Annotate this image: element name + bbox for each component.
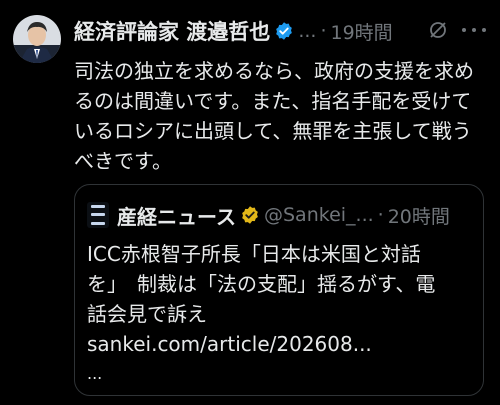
quoted-tweet-header: 産経ニュース @Sankei_... · 20時間 xyxy=(87,197,473,233)
verified-gold-badge-icon xyxy=(240,205,260,225)
author-avatar[interactable] xyxy=(13,15,61,63)
quoted-author-handle[interactable]: @Sankei_... xyxy=(264,204,374,226)
quoted-text-line: 話会見で訴え xyxy=(87,302,207,326)
quoted-author-name[interactable]: 産経ニュース xyxy=(117,201,236,230)
quoted-tweet-time[interactable]: 20時間 xyxy=(388,202,450,229)
tweet-time[interactable]: 19時間 xyxy=(330,18,392,45)
separator-dot: · xyxy=(377,204,384,226)
tweet-header: 経済評論家 渡邉哲也 ... · 19時間 xyxy=(74,14,486,48)
tweet-text: 司法の独立を求めるなら、政府の支援を求めるのは間違いです。また、指名手配を受けて… xyxy=(74,59,474,173)
quoted-text-line: ICC赤根智子所長「日本は米国と対話 xyxy=(87,242,421,266)
more-dots-icon[interactable] xyxy=(462,18,486,42)
quoted-text-ellipsis: ... xyxy=(87,364,103,383)
author-handle[interactable]: ... xyxy=(298,20,316,42)
mute-icon[interactable] xyxy=(426,18,450,42)
quoted-link[interactable]: sankei.com/article/202608... xyxy=(87,329,471,359)
quoted-text-line: を」 制裁は「法の支配」揺るがす、電 xyxy=(87,272,436,296)
verified-badge-icon xyxy=(274,21,294,41)
avatar-image xyxy=(13,15,61,63)
separator-dot: · xyxy=(320,20,327,42)
quoted-tweet-text: ICC赤根智子所長「日本は米国と対話 を」 制裁は「法の支配」揺るがす、電 話会… xyxy=(87,239,471,389)
author-name[interactable]: 経済評論家 渡邉哲也 xyxy=(74,16,270,46)
quoted-tweet[interactable]: 産経ニュース @Sankei_... · 20時間 ICC赤根智子所長「日本は米… xyxy=(74,184,484,396)
sankei-logo-icon xyxy=(87,202,109,228)
